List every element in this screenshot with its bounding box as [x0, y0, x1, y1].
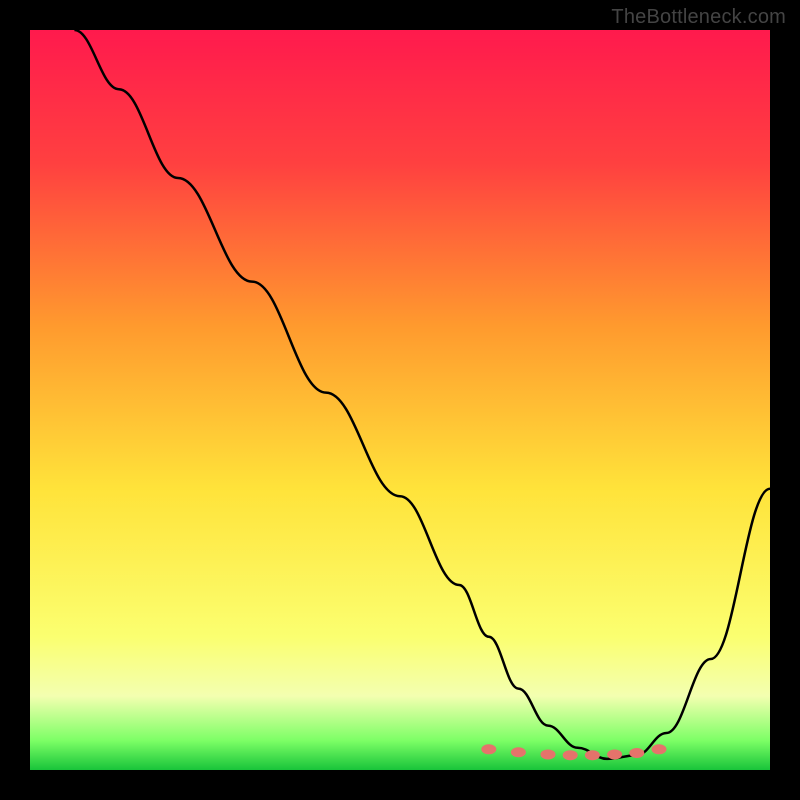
minimum-marker [481, 744, 496, 754]
minimum-marker [629, 748, 644, 758]
minimum-marker [511, 747, 526, 757]
minimum-marker [563, 750, 578, 760]
plot-area [30, 30, 770, 770]
attribution-text: TheBottleneck.com [611, 6, 786, 29]
minimum-marker [541, 749, 556, 759]
minimum-marker [607, 749, 622, 759]
minimum-marker [652, 744, 667, 754]
minimum-marker [585, 750, 600, 760]
curve-layer [30, 30, 770, 770]
bottleneck-curve [74, 30, 770, 759]
chart-frame: TheBottleneck.com [0, 0, 800, 800]
